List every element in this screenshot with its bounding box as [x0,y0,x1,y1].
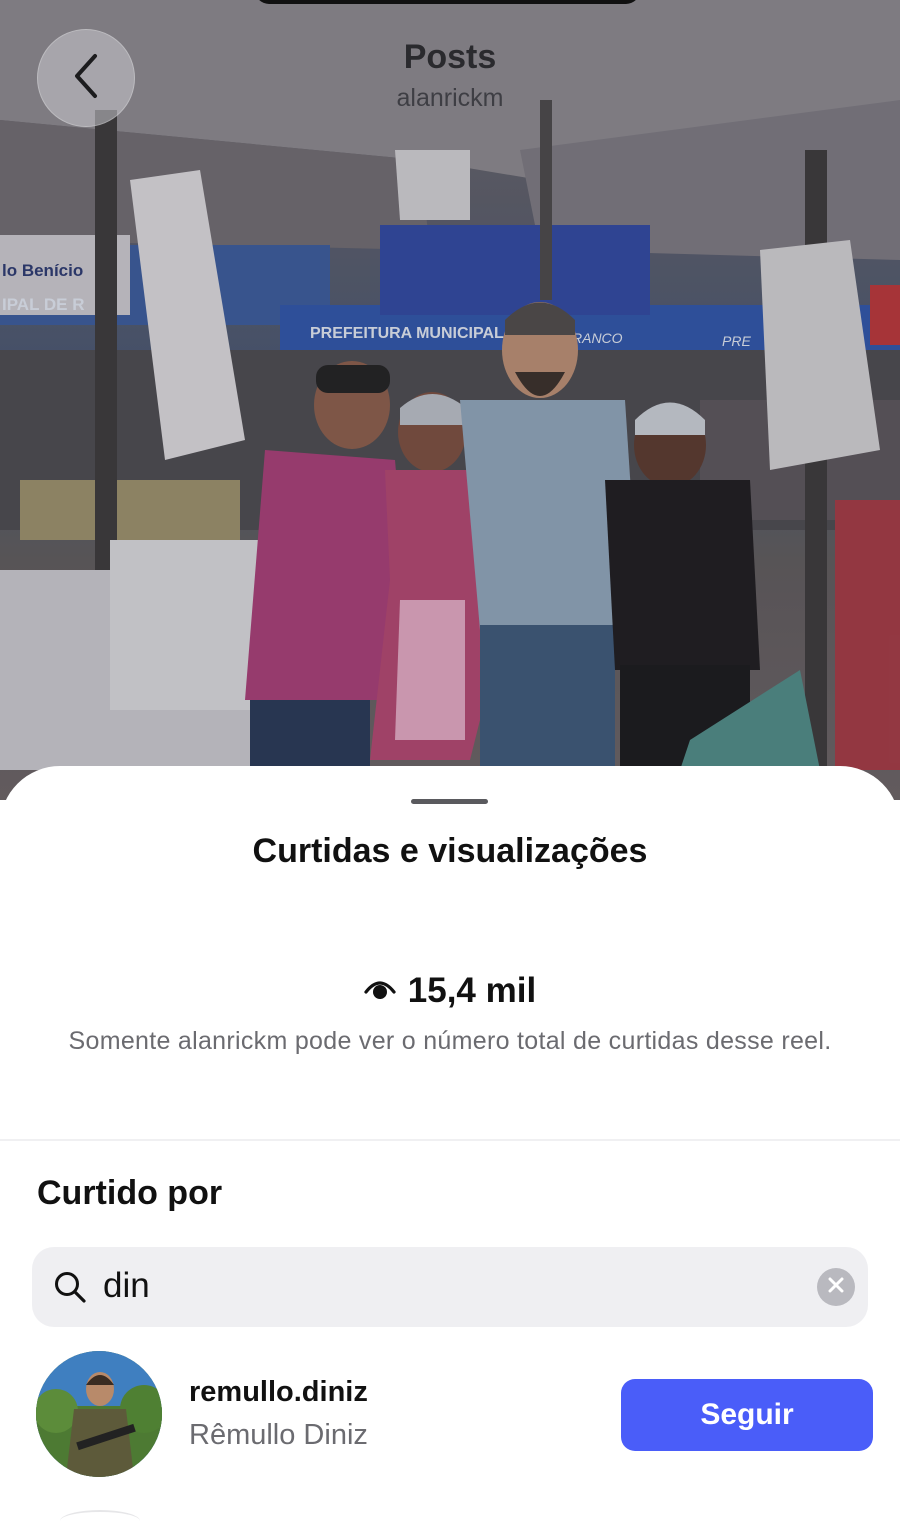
avatar[interactable] [36,1351,162,1477]
list-item-user[interactable]: remullo.diniz Rêmullo Diniz Seguir [0,1351,900,1481]
status-bar-notch [255,0,640,4]
sheet-grabber[interactable] [411,799,488,804]
page-title: Posts [403,38,497,76]
search-input[interactable]: din [103,1266,150,1306]
likes-and-views-sheet: Curtidas e visualizações 15,4 mil Soment… [0,766,900,1517]
full-name: Rêmullo Diniz [189,1419,368,1451]
liked-by-heading: Curtido por [37,1174,223,1212]
likes-privacy-notice: Somente alanrickm pode ver o número tota… [68,1027,832,1055]
page-subtitle-username[interactable]: alanrickm [0,84,900,113]
eye-icon [364,976,396,1007]
follow-button[interactable]: Seguir [621,1379,873,1451]
clear-search-button[interactable] [817,1268,855,1306]
section-divider [0,1139,900,1141]
search-field[interactable]: din [32,1247,868,1327]
views-count: 15,4 mil [407,971,537,1010]
views-summary: 15,4 mil [0,971,900,1011]
next-list-item-partial [60,1510,140,1532]
post-background-photo: lo Benício IPAL DE R PREFEITURA MUNICIPA… [0,0,900,800]
search-icon [52,1269,88,1305]
username[interactable]: remullo.diniz [189,1376,368,1409]
clear-icon [828,1277,844,1298]
sheet-title: Curtidas e visualizações [252,832,648,870]
